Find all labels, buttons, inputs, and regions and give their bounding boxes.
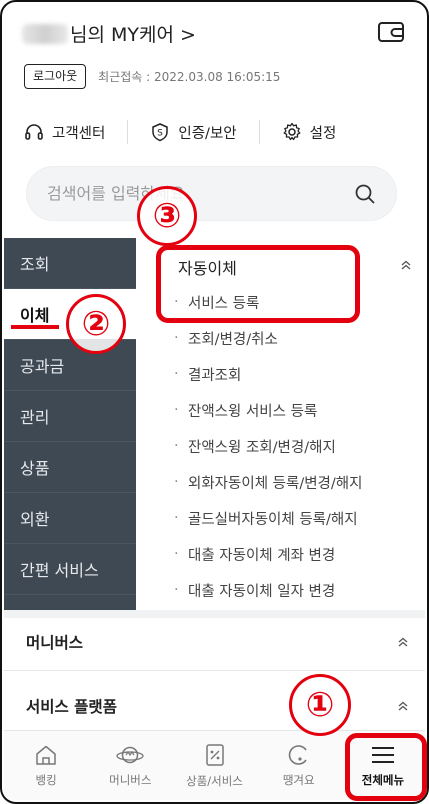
my-care-title: 님의 MY케어 > [70, 24, 196, 46]
menu-item-label: 외화자동이체 등록/변경/해지 [188, 475, 363, 492]
menu-list: · 서비스 등록 · 조회/변경/취소 · 결과조회 · 잔액스윙 서비스 등록 · 잔액… [152, 284, 422, 608]
menu-item-label: 대출 자동이체 일자 변경 [188, 583, 336, 600]
header: 님의 MY케어 > [22, 18, 407, 52]
menu-item-label: 조회/변경/취소 [188, 331, 278, 348]
menu-item-label: 결과조회 [188, 367, 242, 384]
auth-security-label: 인증/보안 [178, 125, 237, 142]
search-bar [26, 166, 397, 221]
delivery-icon [288, 744, 307, 765]
chevron-up-icon[interactable] [398, 257, 414, 273]
menu-item-label: 대출 자동이체 계좌 변경 [188, 547, 336, 564]
menu-item-gold-silver-auto-transfer[interactable]: · 골드실버자동이체 등록/해지 [152, 500, 422, 536]
menu-item-label: 잔액스윙 조회/변경/해지 [188, 439, 336, 456]
menu-item-label: 잔액스윙 서비스 등록 [188, 403, 318, 420]
nav-label: 뱅킹 [35, 772, 57, 787]
blurred-username [22, 23, 68, 44]
bullet: · [174, 582, 179, 598]
step-2-marker: ② [66, 294, 126, 354]
nav-ddanggyeoyo[interactable]: 땡겨요 [257, 731, 341, 800]
section-title: 머니버스 [26, 633, 84, 652]
settings-link[interactable]: 설정 [282, 122, 337, 143]
bullet: · [174, 366, 179, 382]
nav-label: 상품/서비스 [186, 773, 243, 788]
nav-moneyverse[interactable]: 머니버스 [88, 731, 172, 800]
sidebar-item-forex[interactable]: 외환 [4, 493, 136, 544]
menu-item-loan-date-change[interactable]: · 대출 자동이체 일자 변경 [152, 572, 422, 608]
phone-frame: 님의 MY케어 > 로그아웃 최근접속 : 2022.03.08 16:05:1… [0, 0, 429, 804]
nav-label: 땡겨요 [282, 772, 315, 787]
nav-banking[interactable]: 뱅킹 [4, 731, 88, 800]
category-sidebar: 조회 이체 공과금 관리 상품 외환 간편 서비스 [4, 238, 136, 610]
sidebar-item-products[interactable]: 상품 [4, 442, 136, 493]
menu-item-result-inquiry[interactable]: · 결과조회 [152, 356, 422, 392]
bullet: · [174, 474, 179, 490]
divider [127, 120, 129, 144]
search-icon[interactable] [354, 183, 376, 205]
auth-security-link[interactable]: S 인증/보안 [150, 122, 237, 143]
account-row: 로그아웃 최근접속 : 2022.03.08 16:05:15 [24, 63, 280, 89]
gear-icon [283, 122, 301, 141]
home-icon [36, 745, 56, 765]
menu-item-sweep-manage[interactable]: · 잔액스윙 조회/변경/해지 [152, 428, 422, 464]
sidebar-item-simple-service[interactable]: 간편 서비스 [4, 544, 136, 595]
step-3-marker: ③ [137, 186, 197, 246]
menu-item-loan-account-change[interactable]: · 대출 자동이체 계좌 변경 [152, 536, 422, 572]
percent-doc-icon [205, 743, 224, 766]
quick-links: 고객센터 S 인증/보안 설정 [24, 118, 405, 146]
last-login-text: 최근접속 : 2022.03.08 16:05:15 [98, 69, 281, 84]
logout-button[interactable]: 로그아웃 [24, 63, 87, 89]
menu-item-sweep-register[interactable]: · 잔액스윙 서비스 등록 [152, 392, 422, 428]
underline-transfer [11, 325, 59, 329]
shield-icon: S [152, 123, 169, 142]
section-moneyverse[interactable]: 머니버스 [4, 613, 425, 671]
step-1-marker: ① [289, 674, 351, 736]
chevron-up-icon[interactable] [395, 634, 411, 650]
sidebar-item-management[interactable]: 관리 [4, 391, 136, 442]
divider [258, 120, 260, 144]
bullet: · [174, 330, 179, 346]
customer-center-link[interactable]: 고객센터 [24, 122, 105, 143]
wallet-icon[interactable] [377, 20, 405, 44]
nav-products-services[interactable]: 상품/서비스 [172, 731, 256, 800]
menu-item-inquiry-change-cancel[interactable]: · 조회/변경/취소 [152, 320, 422, 356]
nav-label: 머니버스 [109, 772, 152, 787]
chevron-up-icon[interactable] [395, 698, 411, 714]
section-title: 서비스 플랫폼 [26, 697, 117, 716]
section-service-platform[interactable]: 서비스 플랫폼 [4, 677, 425, 735]
bullet: · [174, 438, 179, 454]
search-input[interactable] [47, 184, 354, 203]
sidebar-item-utility[interactable]: 공과금 [4, 340, 136, 391]
menu-item-label: 골드실버자동이체 등록/해지 [188, 511, 358, 528]
bullet: · [174, 546, 179, 562]
highlight-box-all-menu [345, 733, 427, 801]
headset-icon [25, 124, 43, 140]
sidebar-item-inquiry[interactable]: 조회 [4, 238, 136, 289]
svg-text:S: S [158, 129, 164, 139]
my-care-link[interactable]: 님의 MY케어 > [22, 20, 196, 47]
bullet: · [174, 402, 179, 418]
customer-center-label: 고객센터 [52, 125, 106, 142]
menu-item-forex-auto-transfer[interactable]: · 외화자동이체 등록/변경/해지 [152, 464, 422, 500]
bullet: · [174, 510, 179, 526]
highlight-box-auto-transfer [156, 245, 360, 323]
planet-icon [116, 746, 144, 763]
settings-label: 설정 [309, 125, 337, 142]
